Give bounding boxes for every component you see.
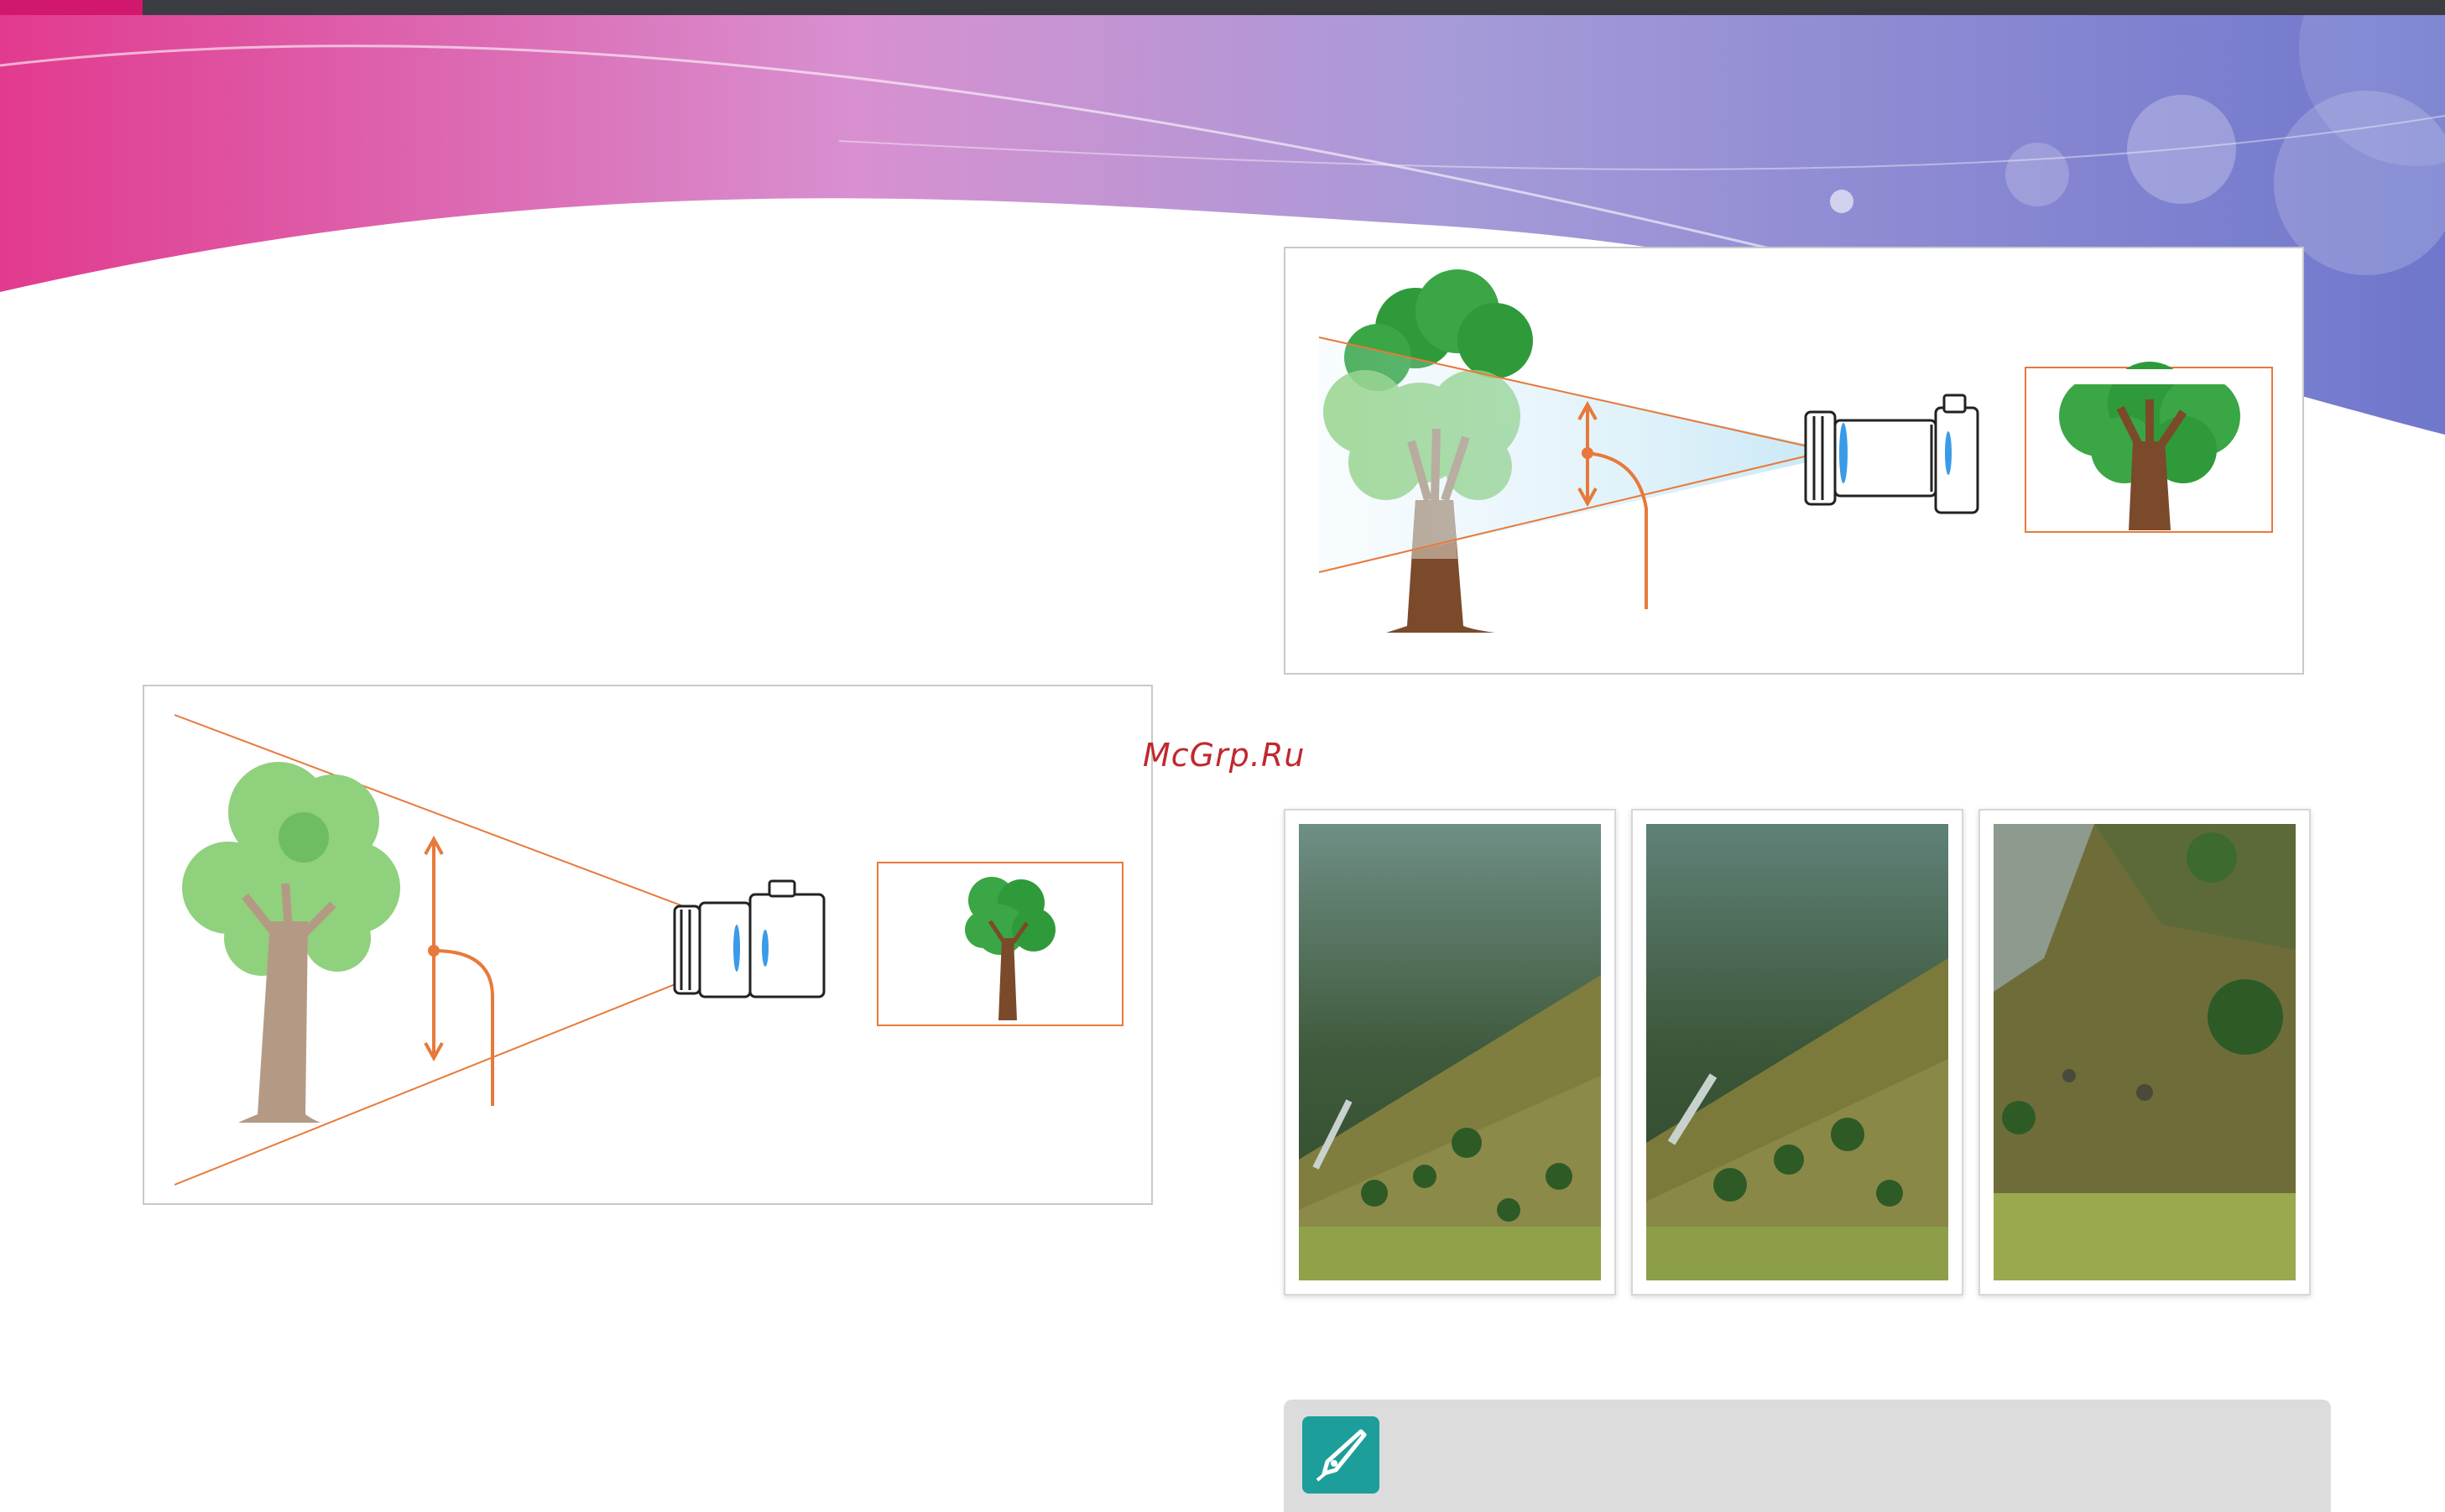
note-box xyxy=(1284,1400,2331,1512)
watermark: McGrp.Ru xyxy=(1143,737,1306,774)
top-bar xyxy=(0,0,2445,15)
landscape-photo-wide xyxy=(1299,824,1601,1280)
photo-1 xyxy=(1284,809,1616,1296)
landscape-photo-telephoto xyxy=(1994,824,2296,1280)
pen-nib-icon xyxy=(1302,1416,1379,1494)
result-tree xyxy=(965,877,1056,1020)
top-bar-accent xyxy=(0,0,143,15)
photo-3 xyxy=(1978,809,2311,1296)
telephoto-camera-icon xyxy=(1804,394,1979,514)
focal-arrow xyxy=(424,835,494,1106)
result-tree xyxy=(2027,362,2270,530)
wide-camera-icon xyxy=(673,879,826,998)
landscape-photo-normal xyxy=(1646,824,1948,1280)
wide-angle-diagram xyxy=(174,714,1123,1186)
photo-2 xyxy=(1631,809,1963,1296)
wide-angle-diagram-panel xyxy=(143,685,1153,1205)
telephoto-diagram xyxy=(1318,269,2273,633)
telephoto-diagram-panel xyxy=(1284,247,2304,675)
